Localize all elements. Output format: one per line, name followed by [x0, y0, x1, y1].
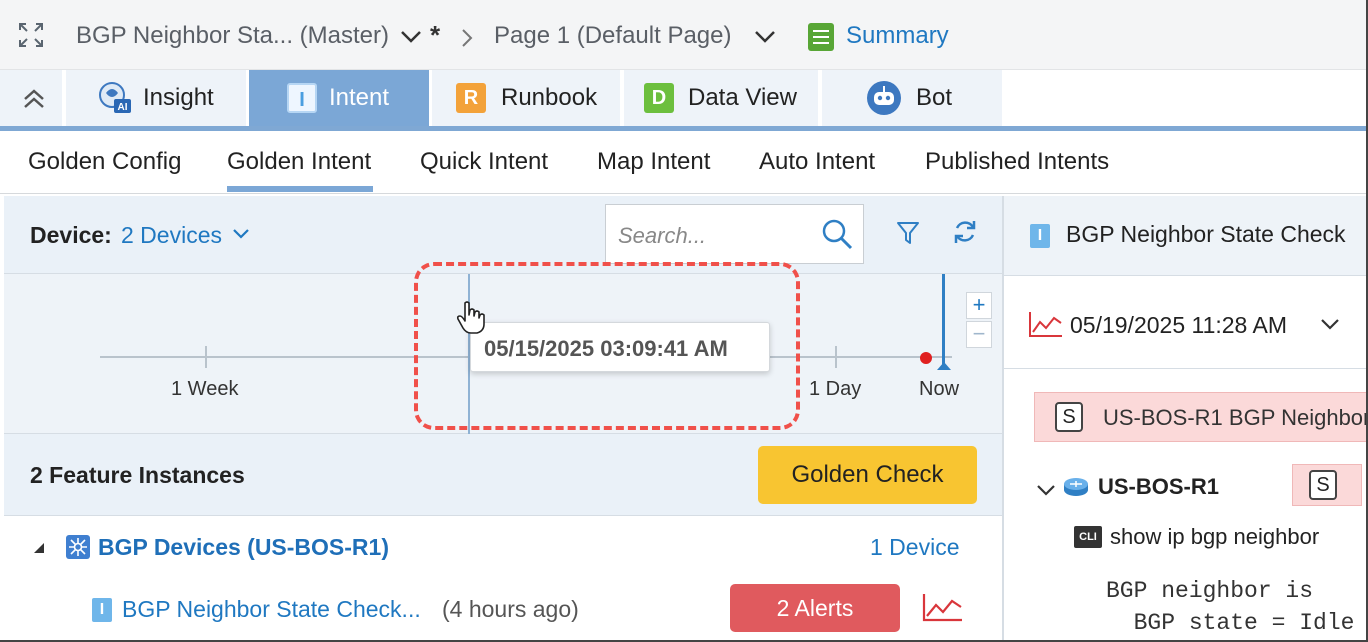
golden-intent-pane: Device: 2 Devices Search... 1 Week 1 Day…	[4, 196, 1002, 640]
feature-instance-row[interactable]: I BGP Neighbor State Check... (4 hours a…	[4, 576, 1002, 640]
timeline-now-handle[interactable]	[937, 362, 951, 370]
divider	[1004, 368, 1366, 369]
subtab-quick-intent[interactable]: Quick Intent	[420, 148, 548, 176]
chevron-down-icon[interactable]	[754, 30, 776, 44]
subtab-published-intents[interactable]: Published Intents	[925, 148, 1109, 176]
breadcrumb-separator-icon	[462, 29, 473, 47]
bgp-group-icon	[66, 535, 90, 559]
timeline-tick	[205, 346, 207, 368]
intent-detail-pane: I BGP Neighbor State Check 05/19/2025 11…	[1004, 196, 1368, 640]
timeline-tick	[835, 346, 837, 368]
subtab-golden-intent[interactable]: Golden Intent	[227, 148, 374, 192]
svg-text:AI: AI	[118, 102, 128, 113]
trend-chart-icon	[1029, 312, 1062, 337]
chevron-down-icon[interactable]	[1036, 484, 1056, 496]
intent-icon: I	[92, 598, 112, 622]
collapse-triangle-icon[interactable]	[32, 541, 46, 555]
timeline[interactable]: 1 Week 1 Day Now + − 05/15/2025 03:09:41…	[4, 262, 1002, 434]
fullscreen-icon[interactable]	[18, 22, 44, 48]
tab-label: Bot	[916, 84, 953, 111]
refresh-icon[interactable]	[952, 218, 978, 246]
tab-runbook[interactable]: R Runbook	[432, 70, 622, 126]
modified-indicator: *	[430, 20, 441, 50]
feature-instances-count: 2 Feature Instances	[30, 462, 245, 488]
trend-chart-icon[interactable]	[922, 592, 964, 622]
tab-bot[interactable]: Bot	[822, 70, 1004, 126]
summary-icon	[808, 23, 834, 51]
router-icon	[1064, 478, 1088, 496]
zoom-in-button[interactable]: +	[966, 292, 992, 319]
timeline-alert-dot[interactable]	[920, 352, 932, 364]
detail-header: I BGP Neighbor State Check	[1004, 196, 1366, 276]
feature-group-name[interactable]: BGP Devices (US-BOS-R1)	[98, 534, 389, 561]
subtab-golden-config[interactable]: Golden Config	[28, 148, 181, 176]
tab-intent[interactable]: I Intent	[249, 70, 431, 126]
cli-command: show ip bgp neighbor	[1110, 524, 1320, 549]
tab-label: Insight	[143, 84, 214, 111]
feature-group-row[interactable]: BGP Devices (US-BOS-R1) 1 Device	[4, 516, 1002, 576]
tab-data-view[interactable]: D Data View	[624, 70, 820, 126]
app-window: BGP Neighbor Sta... (Master) * Page 1 (D…	[0, 0, 1368, 642]
main-tabs: AI Insight I Intent R Runbook D Data Vie…	[0, 70, 1366, 131]
timeline-zoom-controls: + −	[966, 292, 992, 350]
device-selector[interactable]: 2 Devices	[121, 222, 222, 249]
execution-time: 05/19/2025 11:28 AM	[1070, 312, 1287, 338]
tab-label: Intent	[329, 84, 390, 111]
golden-check-button[interactable]: Golden Check	[758, 446, 977, 504]
collapse-button[interactable]	[0, 70, 64, 126]
search-input[interactable]: Search...	[605, 204, 864, 264]
intent-icon: I	[287, 83, 317, 113]
timeline-label-week: 1 Week	[171, 378, 239, 400]
insight-ai-icon: AI	[99, 82, 131, 113]
search-icon[interactable]	[820, 217, 854, 251]
device-severity-cell: S	[1292, 464, 1362, 506]
highlight-annotation	[414, 262, 800, 430]
cli-output-line: BGP state = Idle	[1106, 610, 1355, 636]
device-label: Device:	[30, 222, 112, 248]
subtab-auto-intent[interactable]: Auto Intent	[759, 148, 875, 176]
detail-title: BGP Neighbor State Check	[1066, 221, 1346, 247]
cli-output-line: BGP neighbor is	[1106, 578, 1314, 604]
severity-badge: S	[1055, 402, 1083, 432]
device-name: US-BOS-R1	[1098, 474, 1220, 499]
summary-link[interactable]: Summary	[846, 22, 949, 50]
feature-group-device-count[interactable]: 1 Device	[870, 534, 959, 561]
chevron-down-icon[interactable]	[232, 228, 250, 240]
filter-icon[interactable]	[896, 220, 920, 246]
timeline-label-now: Now	[919, 378, 960, 400]
subtab-map-intent[interactable]: Map Intent	[597, 148, 710, 176]
tab-label: Runbook	[501, 84, 598, 111]
intent-name-link[interactable]: BGP Neighbor State Check...	[122, 596, 421, 623]
alert-text: US-BOS-R1 BGP Neighbor	[1103, 405, 1368, 430]
tab-insight[interactable]: AI Insight	[66, 70, 248, 126]
chevron-down-icon[interactable]	[400, 30, 422, 44]
severity-badge: S	[1309, 470, 1337, 500]
top-bar: BGP Neighbor Sta... (Master) * Page 1 (D…	[0, 0, 1366, 70]
intent-subtabs: Golden Config Golden Intent Quick Intent…	[0, 136, 1366, 194]
feature-instances-bar: 2 Feature Instances Golden Check	[4, 434, 1002, 516]
cli-icon: CLI	[1074, 526, 1102, 548]
timeline-label-day: 1 Day	[809, 378, 862, 400]
chevron-down-icon[interactable]	[1320, 318, 1340, 330]
intent-timestamp: (4 hours ago)	[442, 596, 579, 622]
double-chevron-up-icon	[24, 89, 44, 108]
search-placeholder: Search...	[618, 223, 707, 248]
hand-cursor-icon	[456, 301, 485, 334]
runbook-icon: R	[456, 83, 486, 113]
bot-icon	[867, 81, 901, 115]
page-selector[interactable]: Page 1 (Default Page)	[494, 22, 731, 50]
intent-icon: I	[1030, 224, 1050, 248]
alert-item[interactable]: S US-BOS-R1 BGP Neighbor	[1034, 392, 1368, 442]
data-view-icon: D	[644, 83, 674, 113]
alerts-button[interactable]: 2 Alerts	[730, 584, 900, 632]
timeline-now-marker[interactable]	[942, 274, 945, 366]
zoom-out-button[interactable]: −	[966, 321, 992, 348]
tab-label: Data View	[688, 84, 797, 111]
intent-title[interactable]: BGP Neighbor Sta... (Master)	[76, 22, 389, 50]
